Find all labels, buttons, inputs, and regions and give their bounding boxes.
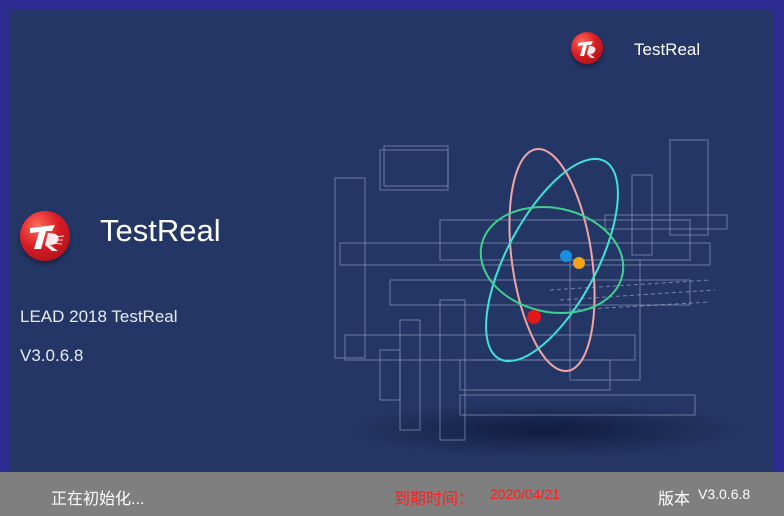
splash-main-area: TestReal TestReal LEAD 2018 TestReal V3.… xyxy=(10,10,774,472)
product-name: LEAD 2018 TestReal xyxy=(20,307,178,326)
splash-window: TestReal TestReal LEAD 2018 TestReal V3.… xyxy=(0,0,784,516)
testreal-logo-icon xyxy=(571,32,603,64)
expiry-label: 到期时间： xyxy=(394,491,475,508)
version-value: V3.0.6.8 xyxy=(698,486,751,502)
testreal-logo-icon xyxy=(20,211,70,261)
version-text: V3.0.6.8 xyxy=(20,346,84,365)
status-bar: 正在初始化... 到期时间： 2020/04/21 版本 V3.0.6.8 xyxy=(0,472,784,516)
status-text: 正在初始化... xyxy=(51,491,145,508)
expiry-date: 2020/04/21 xyxy=(490,486,561,502)
app-title: TestReal xyxy=(100,213,221,248)
atom-wireframe-illustration xyxy=(334,139,740,458)
version-label: 版本 xyxy=(658,491,691,508)
header-title: TestReal xyxy=(634,40,701,59)
